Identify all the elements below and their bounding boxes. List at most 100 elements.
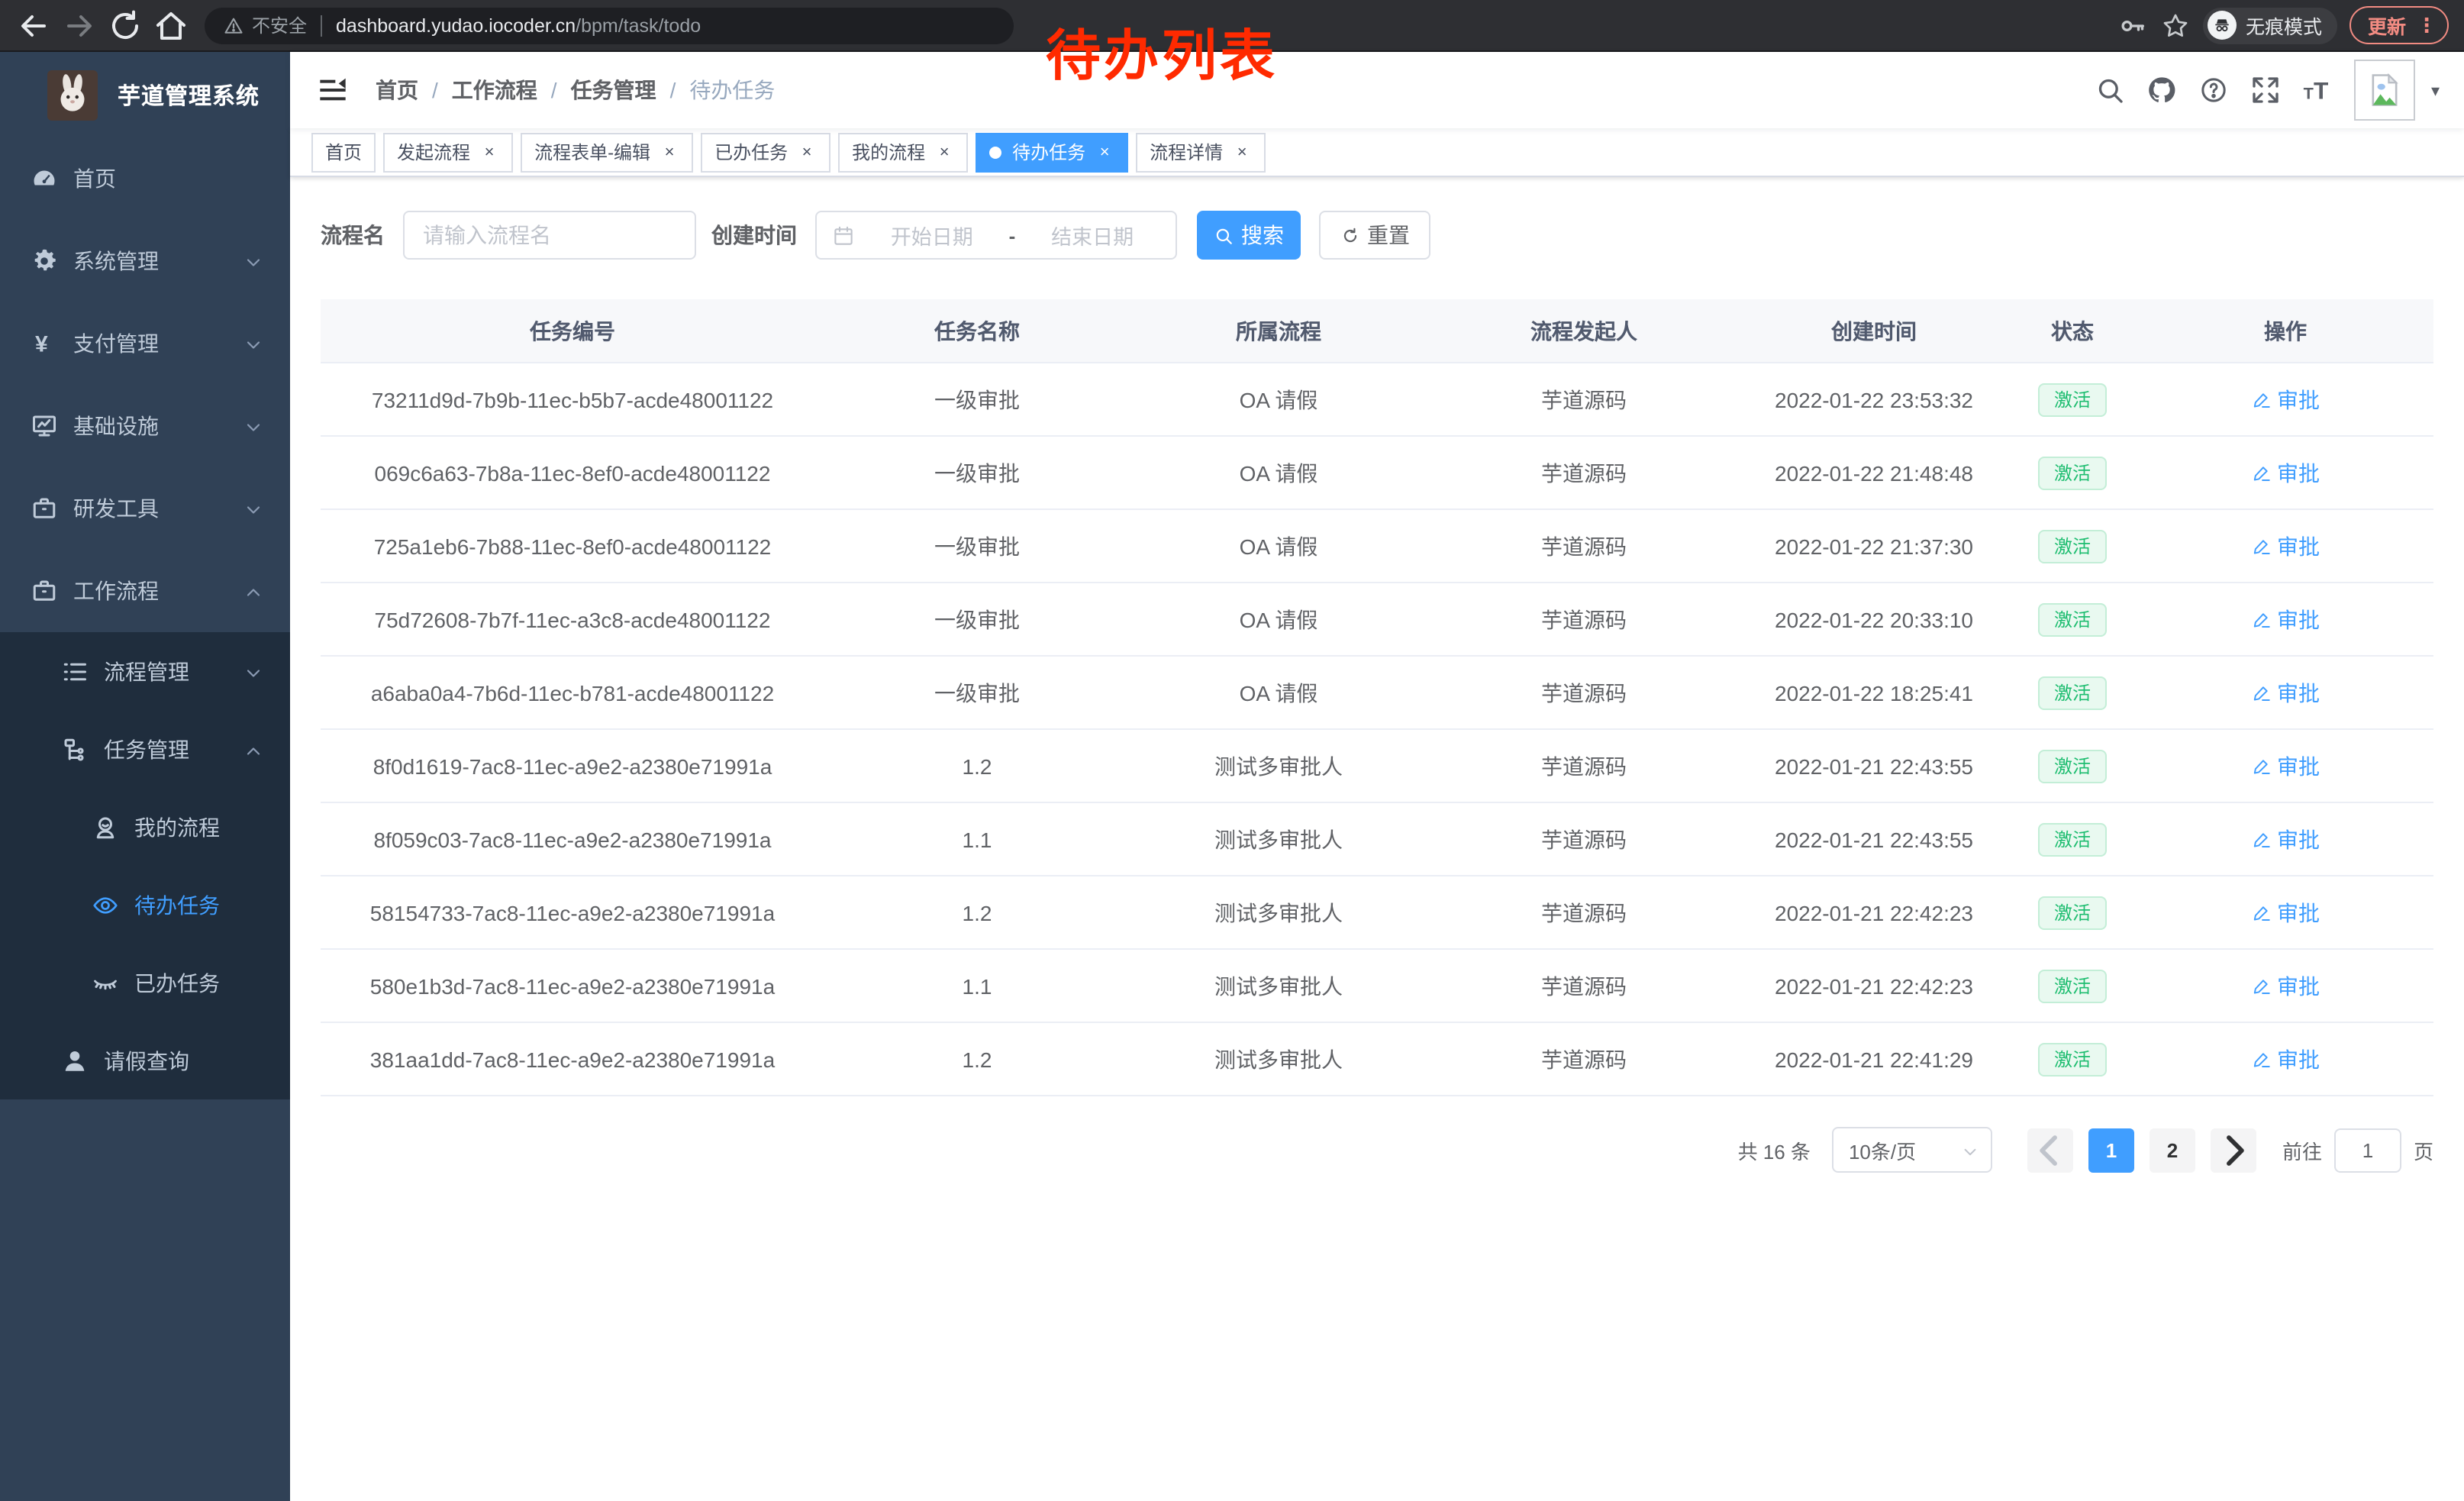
eye-icon — [92, 891, 119, 918]
url-path: /bpm/task/todo — [576, 15, 701, 36]
process-cell: OA 请假 — [1130, 604, 1427, 634]
approve-button[interactable]: 审批 — [2251, 750, 2320, 781]
sidebar-logo[interactable]: 芋道管理系统 — [0, 52, 290, 137]
tab-流程详情[interactable]: 流程详情× — [1136, 132, 1266, 172]
initiator-cell: 芋道源码 — [1427, 824, 1740, 854]
bookmark-star-icon[interactable] — [2160, 10, 2191, 40]
close-icon[interactable]: × — [660, 142, 679, 162]
reset-button[interactable]: 重置 — [1319, 211, 1430, 260]
tab-我的流程[interactable]: 我的流程× — [838, 132, 968, 172]
close-icon[interactable]: × — [1095, 142, 1114, 162]
sidebar-item-请假查询[interactable]: 请假查询 — [0, 1022, 290, 1099]
browser-home-icon[interactable] — [153, 7, 189, 44]
close-icon[interactable]: × — [479, 142, 499, 162]
browser-forward-icon[interactable] — [61, 7, 98, 44]
workflow-submenu: 流程管理任务管理我的流程待办任务已办任务请假查询 — [0, 632, 290, 1099]
task-id-cell: 73211d9d-7b9b-11ec-b5b7-acde48001122 — [321, 387, 824, 412]
user-avatar[interactable] — [2355, 60, 2416, 121]
search-button[interactable]: 搜索 — [1197, 211, 1301, 260]
chevron-down-icon[interactable]: ▾ — [2431, 80, 2440, 100]
list-icon — [61, 657, 89, 685]
browser-back-icon[interactable] — [15, 7, 52, 44]
tab-已办任务[interactable]: 已办任务 × — [701, 132, 830, 172]
github-icon[interactable] — [2147, 75, 2178, 105]
browser-menu-icon[interactable]: ⋮ — [2417, 13, 2437, 37]
sidebar-item-支付管理[interactable]: ¥支付管理 — [0, 302, 290, 385]
prev-page-button[interactable] — [2027, 1128, 2073, 1172]
approve-button[interactable]: 审批 — [2251, 457, 2320, 488]
approve-button[interactable]: 审批 — [2251, 604, 2320, 634]
approve-button[interactable]: 审批 — [2251, 384, 2320, 415]
close-icon[interactable]: × — [797, 142, 817, 162]
task-name-cell: 一级审批 — [824, 457, 1130, 488]
table-header-row: 任务编号任务名称所属流程流程发起人创建时间状态操作 — [321, 299, 2433, 363]
fullscreen-icon[interactable] — [2251, 75, 2282, 105]
search-icon[interactable] — [2095, 75, 2126, 105]
sidebar-item-首页[interactable]: 首页 — [0, 137, 290, 220]
goto-label: 前往 — [2282, 1135, 2322, 1164]
help-icon[interactable] — [2199, 75, 2230, 105]
approve-button[interactable]: 审批 — [2251, 531, 2320, 561]
tab-待办任务[interactable]: 待办任务× — [976, 132, 1128, 172]
security-indicator[interactable]: 不安全 — [223, 12, 307, 38]
font-size-icon[interactable]: TT — [2303, 75, 2333, 105]
create-time-cell: 2022-01-22 23:53:32 — [1740, 387, 2008, 412]
breadcrumb-item-工作流程[interactable]: 工作流程 — [452, 75, 537, 105]
page-button-2[interactable]: 2 — [2150, 1128, 2195, 1172]
tab-label: 已办任务 — [714, 139, 788, 165]
sidebar-item-我的流程[interactable]: 我的流程 — [0, 788, 290, 866]
create-time-cell: 2022-01-22 21:48:48 — [1740, 460, 2008, 485]
process-cell: 测试多审批人 — [1130, 750, 1427, 781]
goto-suffix-label: 页 — [2414, 1135, 2433, 1164]
browser-update-button[interactable]: 更新 ⋮ — [2350, 6, 2449, 44]
sidebar-item-任务管理[interactable]: 任务管理 — [0, 710, 290, 788]
sidebar-item-label: 待办任务 — [134, 889, 220, 920]
process-name-input[interactable]: 请输入流程名 — [403, 211, 696, 260]
action-cell: 审批 — [2137, 897, 2433, 928]
tab-流程表单-编辑[interactable]: 流程表单-编辑× — [521, 132, 693, 172]
goto-page-input[interactable]: 1 — [2334, 1128, 2401, 1172]
breadcrumb-item-任务管理[interactable]: 任务管理 — [571, 75, 656, 105]
url-text: dashboard.yudao.iocoder.cn/bpm/task/todo — [336, 15, 701, 36]
browser-reload-icon[interactable] — [107, 7, 144, 44]
close-icon[interactable]: × — [934, 142, 954, 162]
action-cell: 审批 — [2137, 750, 2433, 781]
date-range-input[interactable]: 开始日期 - 结束日期 — [815, 211, 1177, 260]
app-frame: 芋道管理系统 首页系统管理¥支付管理基础设施研发工具工作流程流程管理任务管理我的… — [0, 52, 2464, 1501]
edit-pencil-icon — [2251, 463, 2271, 483]
date-range-separator: - — [1009, 224, 1016, 247]
status-badge: 激活 — [2039, 749, 2106, 783]
sidebar-item-系统管理[interactable]: 系统管理 — [0, 220, 290, 302]
task-id-cell: 8f0d1619-7ac8-11ec-a9e2-a2380e71991a — [321, 754, 824, 778]
approve-button[interactable]: 审批 — [2251, 824, 2320, 854]
approve-button[interactable]: 审批 — [2251, 897, 2320, 928]
sidebar-item-基础设施[interactable]: 基础设施 — [0, 385, 290, 467]
close-icon[interactable]: × — [1232, 142, 1252, 162]
initiator-cell: 芋道源码 — [1427, 677, 1740, 708]
chrome-toolbar-right: 无痕模式 更新 ⋮ — [2117, 6, 2449, 44]
sidebar-item-待办任务[interactable]: 待办任务 — [0, 866, 290, 944]
action-cell: 审批 — [2137, 604, 2433, 634]
initiator-cell: 芋道源码 — [1427, 531, 1740, 561]
sidebar-item-工作流程[interactable]: 工作流程 — [0, 550, 290, 632]
page-button-1[interactable]: 1 — [2088, 1128, 2134, 1172]
approve-button[interactable]: 审批 — [2251, 1044, 2320, 1074]
table-row: 75d72608-7b7f-11ec-a3c8-acde48001122一级审批… — [321, 583, 2433, 657]
task-name-cell: 1.1 — [824, 973, 1130, 998]
breadcrumb-item-首页[interactable]: 首页 — [376, 75, 418, 105]
tab-首页[interactable]: 首页 — [311, 132, 376, 172]
address-bar[interactable]: 不安全 dashboard.yudao.iocoder.cn/bpm/task/… — [205, 7, 1014, 44]
sidebar-collapse-icon[interactable] — [318, 75, 348, 105]
approve-button[interactable]: 审批 — [2251, 970, 2320, 1001]
password-key-icon[interactable] — [2117, 10, 2148, 40]
approve-button[interactable]: 审批 — [2251, 677, 2320, 708]
sidebar-item-研发工具[interactable]: 研发工具 — [0, 467, 290, 550]
task-name-cell: 1.2 — [824, 1047, 1130, 1071]
page-size-select[interactable]: 10条/页 — [1832, 1127, 1992, 1173]
sidebar-item-已办任务[interactable]: 已办任务 — [0, 944, 290, 1022]
sidebar-item-label: 请假查询 — [104, 1045, 189, 1076]
next-page-button[interactable] — [2211, 1128, 2256, 1172]
sidebar-item-流程管理[interactable]: 流程管理 — [0, 632, 290, 710]
table-row: 580e1b3d-7ac8-11ec-a9e2-a2380e71991a1.1测… — [321, 950, 2433, 1023]
tab-发起流程[interactable]: 发起流程× — [383, 132, 513, 172]
